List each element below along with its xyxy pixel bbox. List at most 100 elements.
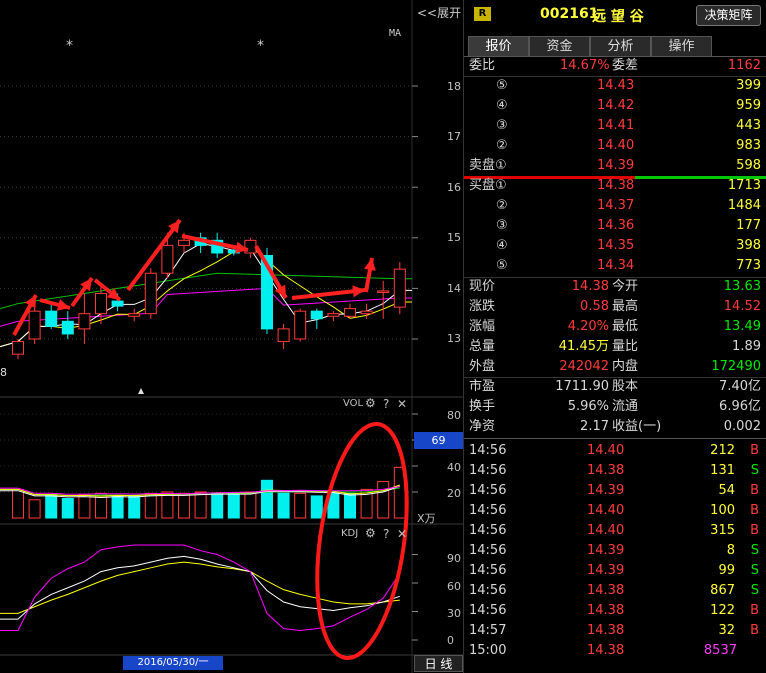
tick-volume: 212: [710, 443, 735, 458]
candle-body: [344, 308, 356, 317]
tick-row: 14:56 14.40 212 B: [464, 441, 766, 461]
fundamental-value: 7.40亿: [719, 379, 761, 394]
kline-chart-area[interactable]: <<展开 MA * * 18 17 16 15 14 13 8 VOL ⚙ ? …: [0, 0, 463, 673]
stat-value: 4.20%: [567, 319, 609, 334]
tick-row: 15:00 14.38 8537: [464, 641, 766, 661]
vol-help-icon[interactable]: ?: [383, 397, 389, 411]
kdj-settings-gear-icon[interactable]: ⚙: [365, 526, 376, 540]
candle-body: [161, 244, 174, 274]
tab-quote[interactable]: 报价: [468, 36, 529, 57]
tick-side: B: [750, 503, 759, 518]
chart-canvas[interactable]: [0, 0, 463, 673]
price-tick-label: 13: [447, 332, 461, 345]
stat-row: 涨跌 0.58 最高 14.52: [464, 297, 766, 317]
fundamental-label: 净资: [469, 419, 496, 434]
tick-row: 14:56 14.39 8 S: [464, 541, 766, 561]
tick-volume: 32: [718, 623, 735, 638]
tick-row: 14:56 14.40 315 B: [464, 521, 766, 541]
decision-matrix-button[interactable]: 决策矩阵: [696, 5, 761, 26]
price-tick-label: 16: [447, 181, 461, 194]
volume-bar: [344, 492, 356, 519]
volume-bar: [194, 491, 207, 519]
vol-close-icon[interactable]: ✕: [397, 397, 407, 411]
tick-time: 14:56: [469, 523, 507, 538]
stat-value: 242042: [559, 359, 609, 374]
candle-body: [277, 328, 290, 343]
tick-side: B: [750, 603, 759, 618]
tick-row: 14:56 14.38 867 S: [464, 581, 766, 601]
volume-bar: [377, 481, 390, 519]
tick-time: 14:56: [469, 603, 507, 618]
volume-bar: [12, 488, 24, 519]
stat-row: 现价 14.38 今开 13.63: [464, 277, 766, 297]
tick-time: 14:56: [469, 543, 507, 558]
stat-label: 外盘: [469, 359, 496, 374]
sell-price: 14.43: [597, 78, 635, 93]
stat-value: 41.45万: [558, 339, 609, 354]
candle-body: [360, 310, 373, 315]
kdj-help-icon[interactable]: ?: [383, 527, 389, 541]
vol-tick-label: 20: [447, 487, 461, 500]
kdj-tick-label: 0: [447, 634, 454, 647]
tick-row: 14:56 14.40 100 B: [464, 501, 766, 521]
expand-button[interactable]: <<展开: [417, 4, 461, 21]
candle-body: [144, 272, 157, 315]
stat-value: 13.49: [723, 319, 761, 334]
period-selector-button[interactable]: 日 线: [414, 655, 463, 672]
volume-bar: [45, 494, 58, 519]
buy-volume: 1713: [727, 178, 761, 193]
kdj-d-line: [0, 561, 400, 614]
tick-volume: 8: [726, 543, 735, 558]
tick-time: 14:56: [469, 443, 507, 458]
stat-label: 涨幅: [469, 319, 496, 334]
tick-volume: 867: [710, 583, 735, 598]
sell-level-label: 卖盘①: [469, 158, 507, 173]
fundamental-label: 股本: [612, 379, 639, 394]
sell-volume: 983: [736, 138, 761, 153]
fundamental-row: 换手 5.96% 流通 6.96亿: [464, 397, 766, 417]
buy-level-row: ② 14.37 1484: [464, 196, 766, 216]
tick-row: 14:57 14.38 32 B: [464, 621, 766, 641]
sell-level-row: 卖盘① 14.39 598: [464, 156, 766, 176]
buy-level-row: ③ 14.36 177: [464, 216, 766, 236]
buy-level-label: ③: [496, 218, 508, 233]
candle-body: [393, 268, 406, 308]
fundamental-value: 2.17: [580, 419, 609, 434]
tick-time: 14:56: [469, 483, 507, 498]
vol-settings-gear-icon[interactable]: ⚙: [365, 396, 376, 410]
tick-time: 14:56: [469, 563, 507, 578]
tick-price: 14.38: [587, 603, 625, 618]
tab-analysis[interactable]: 分析: [590, 36, 651, 57]
candle-body: [327, 313, 340, 317]
sell-level-row: ④ 14.42 959: [464, 96, 766, 116]
stat-value: 0.58: [580, 299, 609, 314]
kdj-close-icon[interactable]: ✕: [397, 527, 407, 541]
stat-label: 总量: [469, 339, 496, 354]
tick-side: S: [750, 543, 759, 558]
volume-bar: [211, 492, 224, 519]
stat-value: 1.89: [732, 339, 761, 354]
tick-price: 14.40: [587, 503, 625, 518]
sell-volume: 598: [736, 158, 761, 173]
vol-tick-label: 40: [447, 461, 461, 474]
vol-unit-label: X万: [417, 512, 436, 525]
buy-price: 14.34: [597, 258, 635, 273]
date-cursor-label: 2016/05/30/一: [123, 656, 223, 670]
stock-name: 远 望 谷: [592, 9, 644, 25]
sell-level-row: ③ 14.41 443: [464, 116, 766, 136]
fundamental-label: 市盈: [469, 379, 496, 394]
sell-level-label: ②: [496, 138, 508, 153]
volume-bar: [227, 492, 240, 519]
price-tick-label: 15: [447, 231, 461, 244]
tick-price: 14.38: [587, 623, 625, 638]
kdj-tick-label: 30: [447, 607, 461, 620]
stat-label: 最高: [612, 299, 639, 314]
buy-level-label: ②: [496, 198, 508, 213]
sell-volume: 399: [736, 78, 761, 93]
stat-value: 14.38: [571, 279, 609, 294]
tab-operation[interactable]: 操作: [651, 36, 712, 57]
fundamental-value: 1711.90: [555, 379, 609, 394]
volume-bar: [244, 491, 257, 519]
tab-funds[interactable]: 资金: [529, 36, 590, 57]
volume-bar: [144, 492, 157, 519]
